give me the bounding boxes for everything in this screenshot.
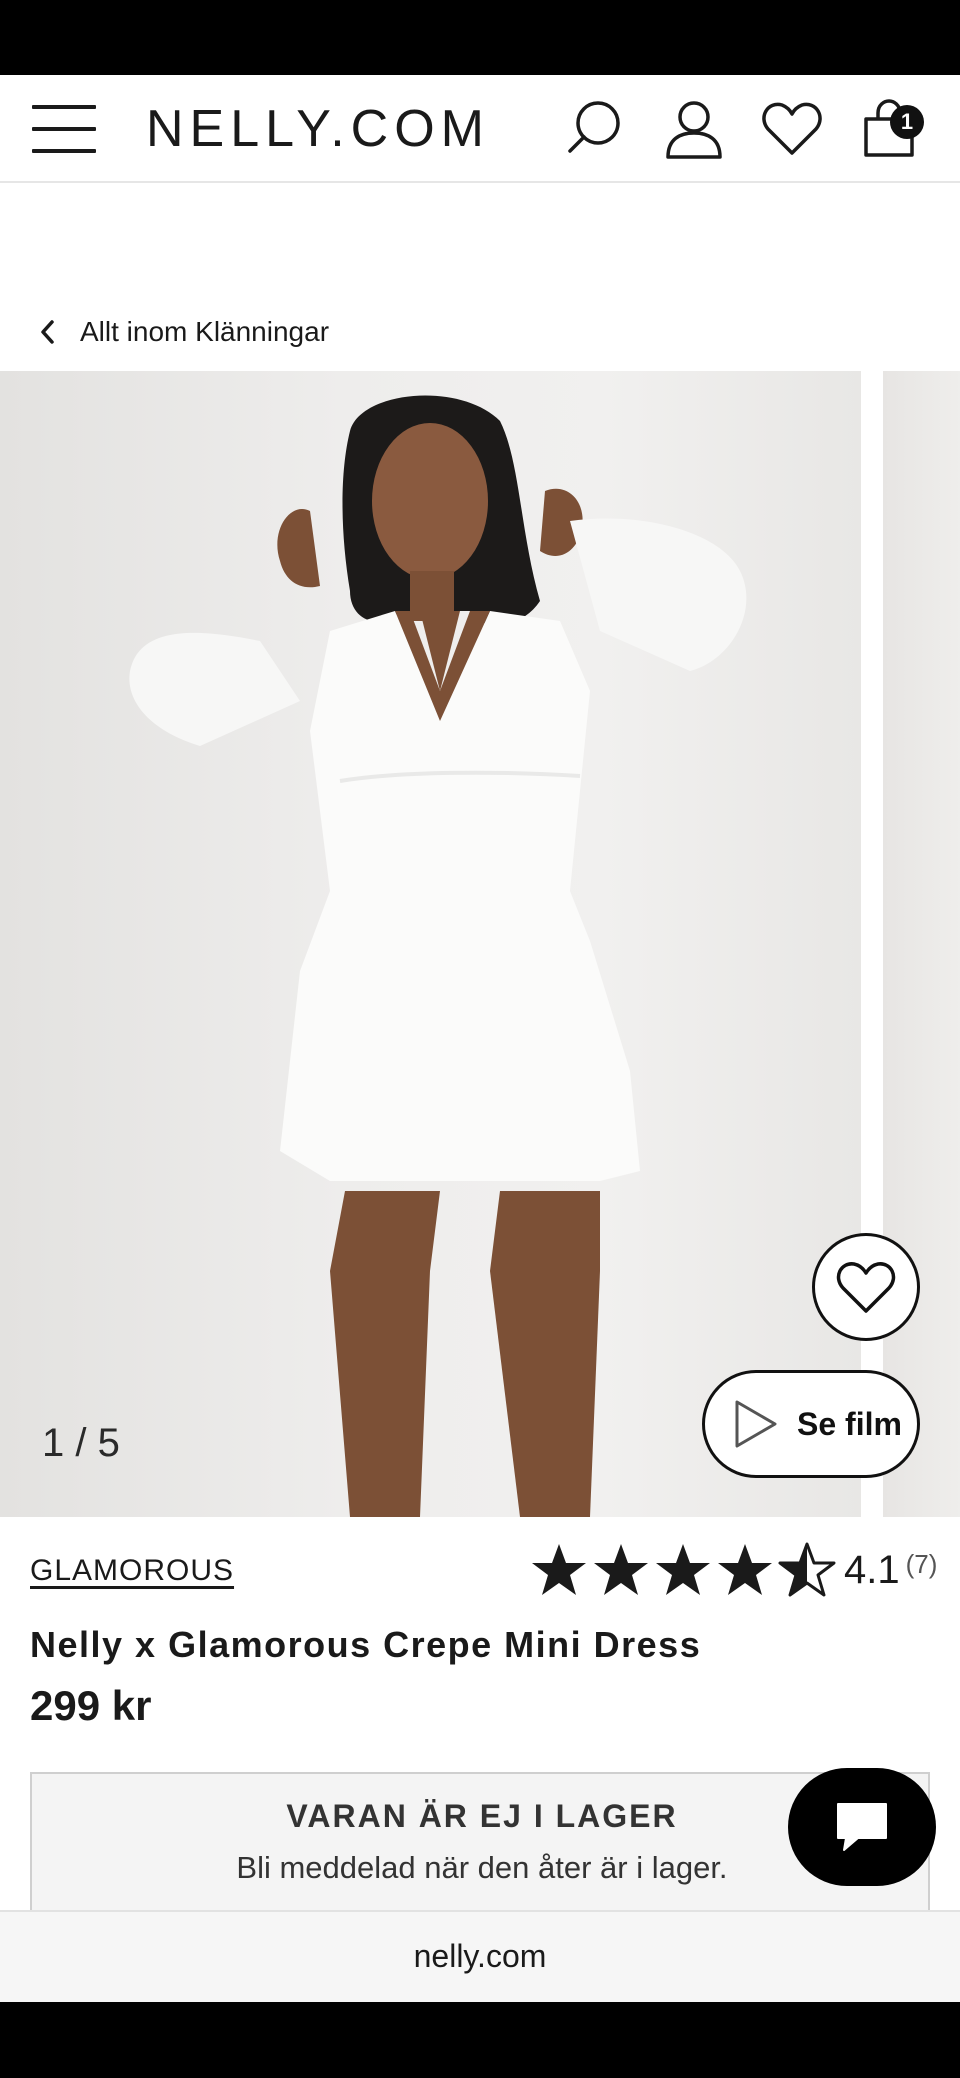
chevron-left-icon	[41, 320, 54, 344]
rating-count: (7)	[905, 1548, 938, 1579]
breadcrumb-label: Allt inom Klänningar	[80, 316, 330, 347]
play-video-button[interactable]: Se film	[702, 1370, 920, 1478]
image-counter: 1 / 5	[42, 1421, 120, 1465]
bag-icon[interactable]: 1	[858, 97, 924, 161]
next-product-image[interactable]	[883, 371, 960, 1517]
heart-outline-icon	[836, 1262, 896, 1313]
model-photo	[129, 395, 747, 1517]
browser-url[interactable]: nelly.com	[0, 1938, 960, 1975]
product-image[interactable]: 1 / 5	[0, 371, 861, 1517]
status-bar	[0, 0, 960, 75]
product-rating[interactable]: 4.1 (7)	[530, 1540, 937, 1600]
star-icon	[532, 1544, 586, 1595]
user-icon[interactable]	[662, 97, 726, 161]
add-to-wishlist-button[interactable]	[812, 1233, 920, 1341]
brand-link[interactable]: GLAMOROUS	[30, 1554, 234, 1588]
product-price: 299 kr	[30, 1682, 152, 1729]
star-icon	[656, 1544, 710, 1595]
play-video-label: Se film	[797, 1405, 902, 1442]
rating-value: 4.1	[844, 1547, 900, 1592]
site-logo[interactable]: NELLY.COM	[146, 99, 490, 159]
browser-url-bar[interactable]: nelly.com	[0, 1910, 960, 2002]
star-half-icon	[778, 1542, 836, 1597]
site-header: NELLY.COM 1	[0, 75, 960, 183]
star-icon	[594, 1544, 648, 1595]
rating-stars	[530, 1542, 836, 1598]
star-icon	[718, 1544, 772, 1595]
cart-count-badge: 1	[890, 105, 924, 139]
play-icon	[735, 1400, 777, 1448]
menu-icon[interactable]	[32, 105, 96, 153]
search-icon[interactable]	[562, 97, 626, 161]
chat-icon	[837, 1803, 887, 1851]
system-nav-bar	[0, 2002, 960, 2078]
heart-icon[interactable]	[760, 97, 824, 161]
product-image-gallery[interactable]: 1 / 5	[0, 371, 960, 1517]
chat-button[interactable]	[788, 1768, 936, 1886]
product-title: Nelly x Glamorous Crepe Mini Dress	[30, 1624, 702, 1665]
breadcrumb[interactable]: Allt inom Klänningar	[38, 310, 329, 354]
